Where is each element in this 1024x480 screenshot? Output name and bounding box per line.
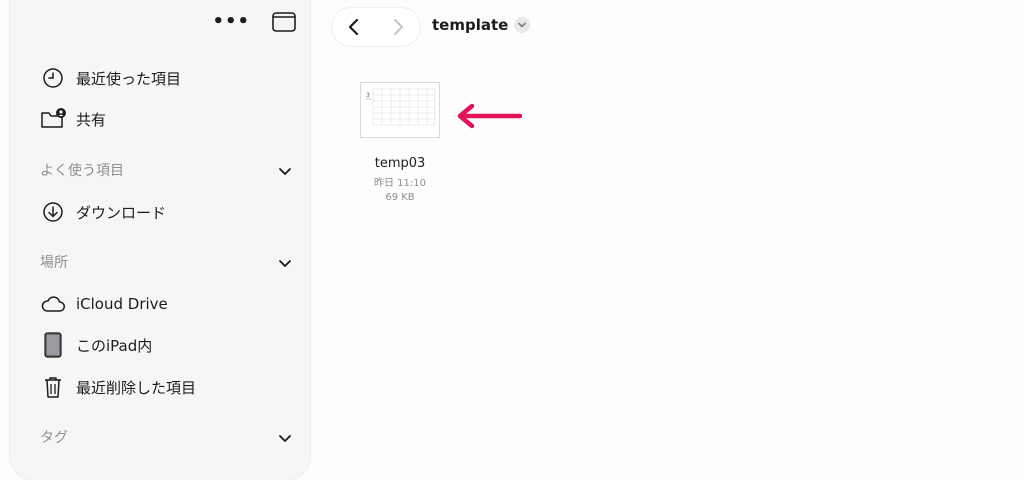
chevron-down-icon bbox=[278, 430, 292, 444]
sidebar-item-icloud-drive[interactable]: iCloud Drive bbox=[40, 289, 290, 319]
file-name: temp03 bbox=[374, 156, 426, 171]
sidebar-item-label: iCloud Drive bbox=[76, 295, 168, 313]
back-button[interactable] bbox=[332, 8, 376, 46]
chevron-left-icon bbox=[348, 18, 359, 36]
sidebar-item-recently-deleted[interactable]: 最近削除した項目 bbox=[40, 372, 290, 402]
annotation-arrow-icon bbox=[457, 103, 522, 129]
file-item[interactable]: 3 temp03 昨日 11:10 69 KB bbox=[360, 82, 440, 203]
section-locations-header[interactable]: 場所 bbox=[40, 250, 292, 274]
file-browser-main: template 3 temp03 昨日 11:10 69 KB bbox=[312, 0, 1024, 463]
sidebar-toggle-icon[interactable] bbox=[272, 12, 296, 32]
download-icon bbox=[40, 199, 66, 225]
folder-title-menu[interactable]: template bbox=[432, 16, 531, 34]
calendar-thumbnail-icon: 3 bbox=[366, 88, 436, 126]
sidebar-item-label: 最近削除した項目 bbox=[76, 378, 197, 397]
section-title: よく使う項目 bbox=[40, 163, 124, 179]
sidebar-item-label: 最近使った項目 bbox=[76, 69, 182, 88]
navigation-controls bbox=[332, 8, 420, 46]
sidebar-item-label: 共有 bbox=[76, 110, 107, 129]
section-tags-header[interactable]: タグ bbox=[40, 425, 292, 449]
chevron-down-icon bbox=[514, 17, 531, 33]
sidebar-item-downloads[interactable]: ダウンロード bbox=[40, 197, 290, 227]
section-title: 場所 bbox=[40, 255, 68, 271]
sidebar-item-on-my-ipad[interactable]: このiPad内 bbox=[40, 330, 290, 360]
chevron-right-icon bbox=[393, 18, 404, 36]
sidebar-item-shared[interactable]: 共有 bbox=[40, 104, 290, 134]
folder-title: template bbox=[432, 16, 509, 34]
section-title: タグ bbox=[40, 430, 68, 446]
more-options-button[interactable]: ••• bbox=[212, 12, 250, 32]
clock-icon bbox=[40, 65, 66, 91]
sidebar-item-label: ダウンロード bbox=[76, 203, 167, 222]
shared-folder-icon bbox=[40, 106, 66, 132]
section-favorites-header[interactable]: よく使う項目 bbox=[40, 158, 292, 182]
forward-button[interactable] bbox=[376, 8, 420, 46]
sidebar: ••• 最近使った項目 共有 よく使う項目 ダウンロード 場所 iCloud D… bbox=[10, 0, 310, 480]
ipad-icon bbox=[40, 332, 66, 358]
file-date: 昨日 11:10 bbox=[374, 178, 426, 189]
sidebar-top-controls: ••• bbox=[212, 12, 296, 32]
trash-icon bbox=[40, 374, 66, 400]
file-size: 69 KB bbox=[385, 192, 415, 203]
sidebar-item-label: このiPad内 bbox=[76, 336, 153, 355]
chevron-down-icon bbox=[278, 255, 292, 269]
svg-text:3: 3 bbox=[366, 92, 370, 99]
chevron-down-icon bbox=[278, 163, 292, 177]
file-thumbnail: 3 bbox=[360, 82, 440, 138]
cloud-icon bbox=[40, 291, 66, 317]
sidebar-item-recents[interactable]: 最近使った項目 bbox=[40, 63, 290, 93]
